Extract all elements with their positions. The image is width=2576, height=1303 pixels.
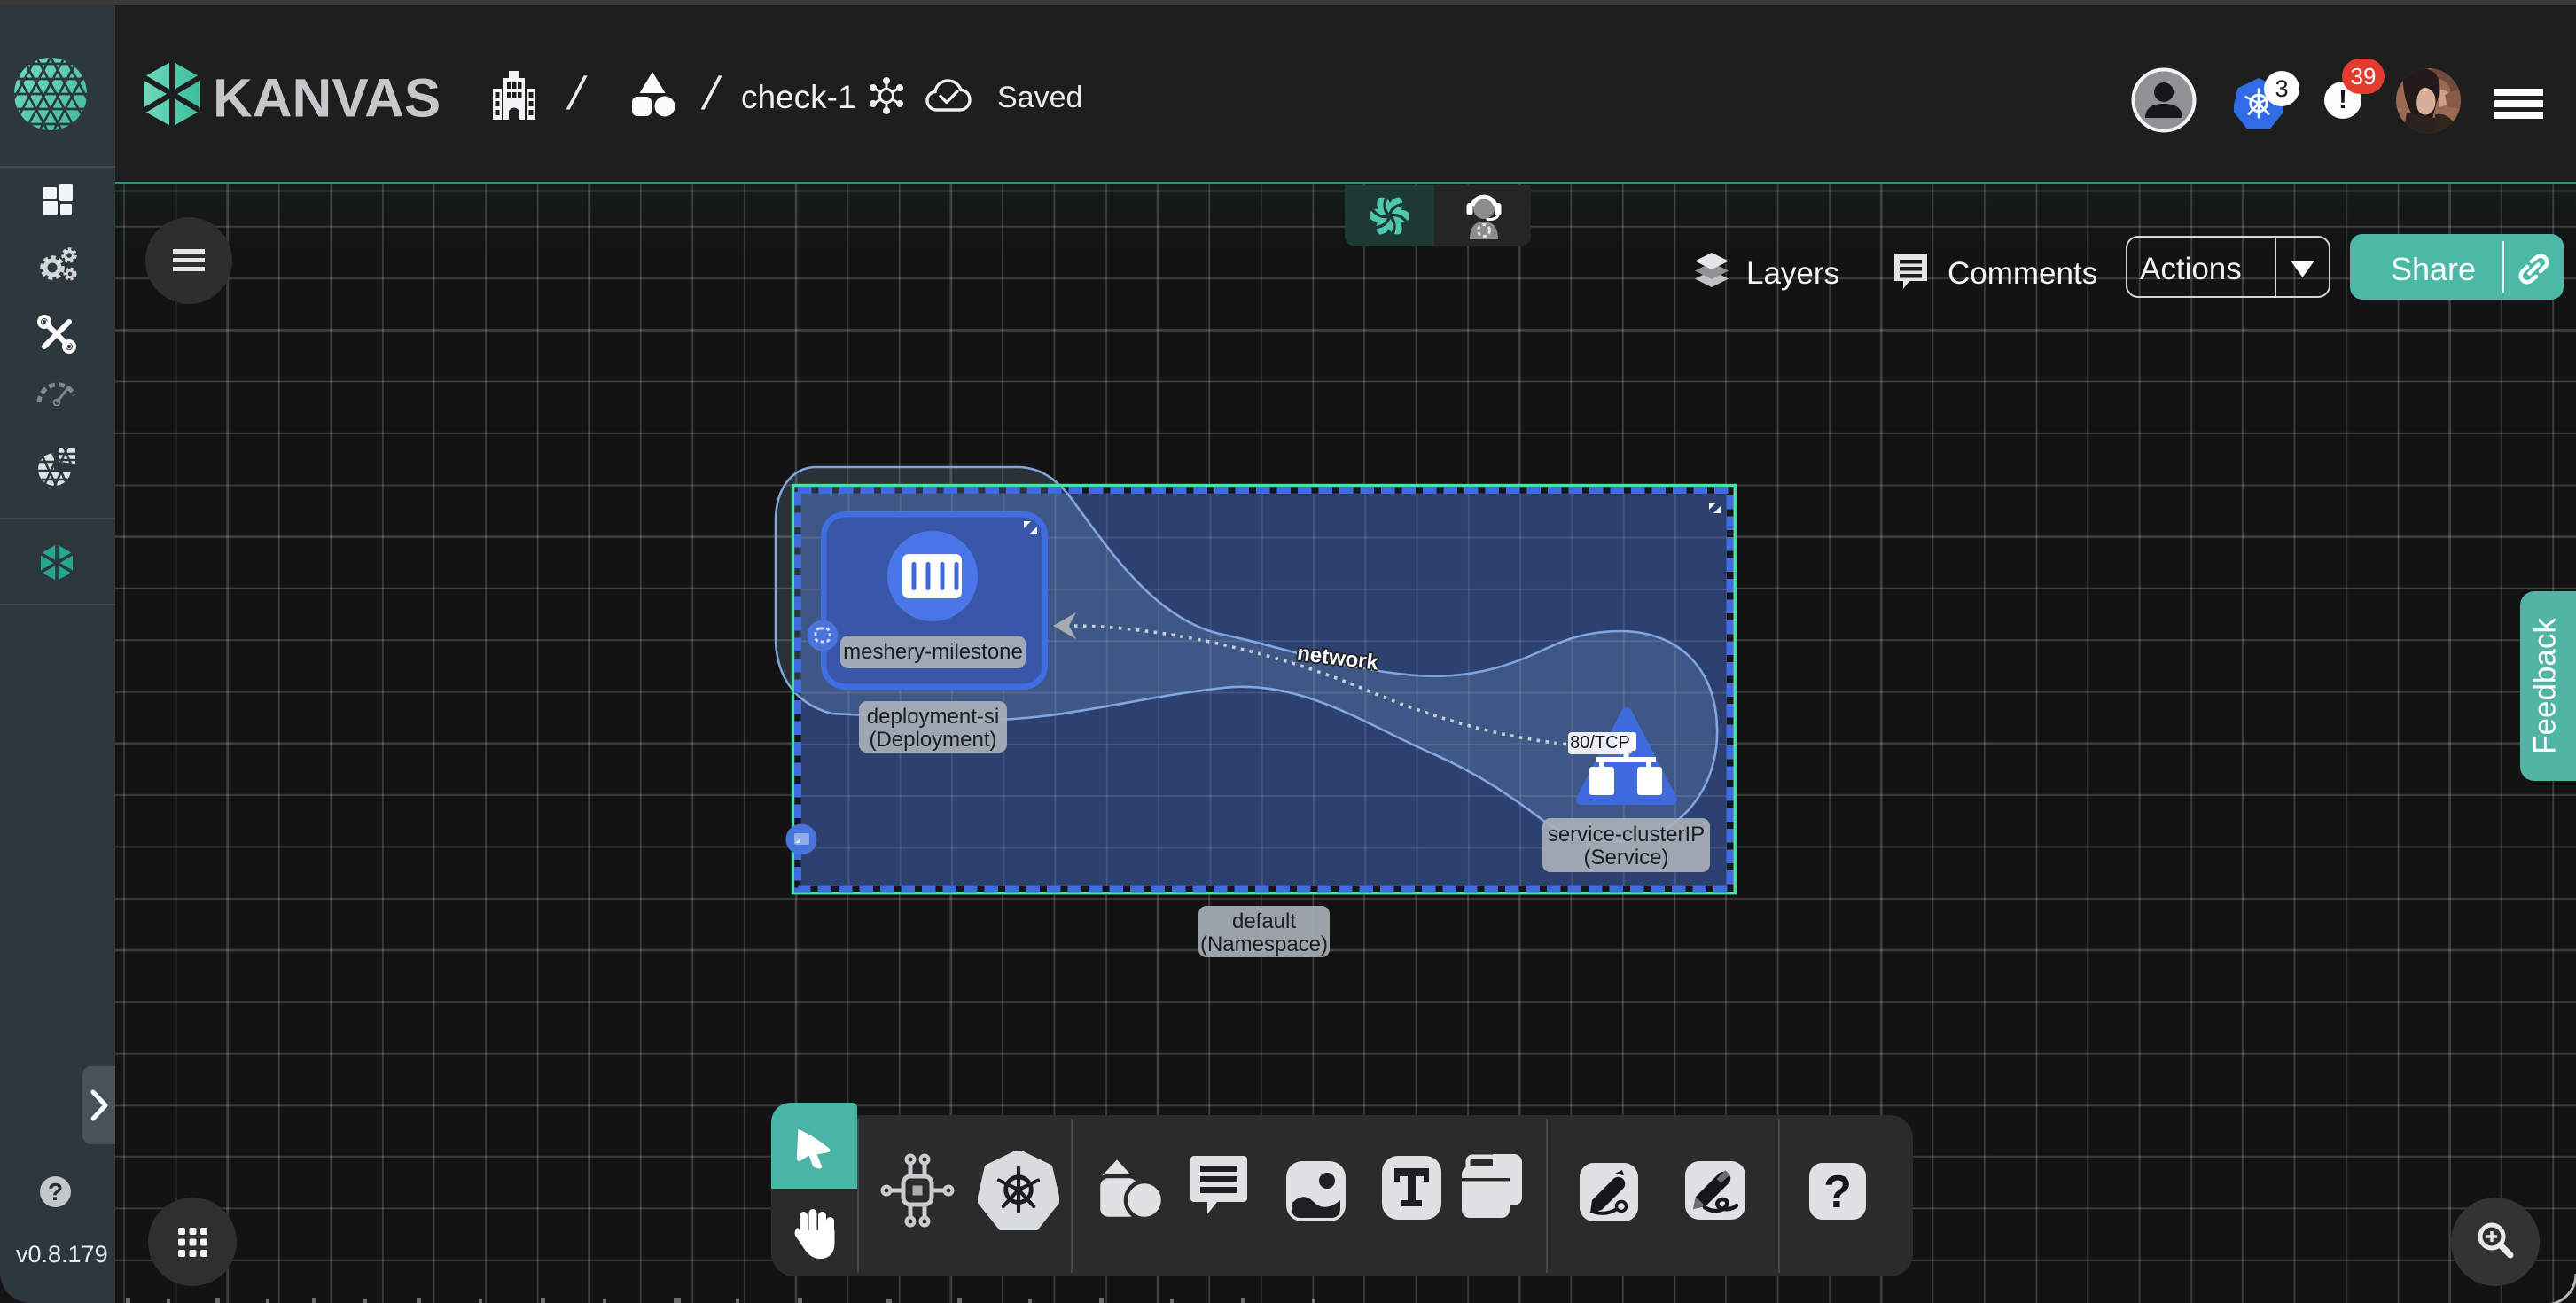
svg-text:?: ?	[1823, 1166, 1852, 1218]
